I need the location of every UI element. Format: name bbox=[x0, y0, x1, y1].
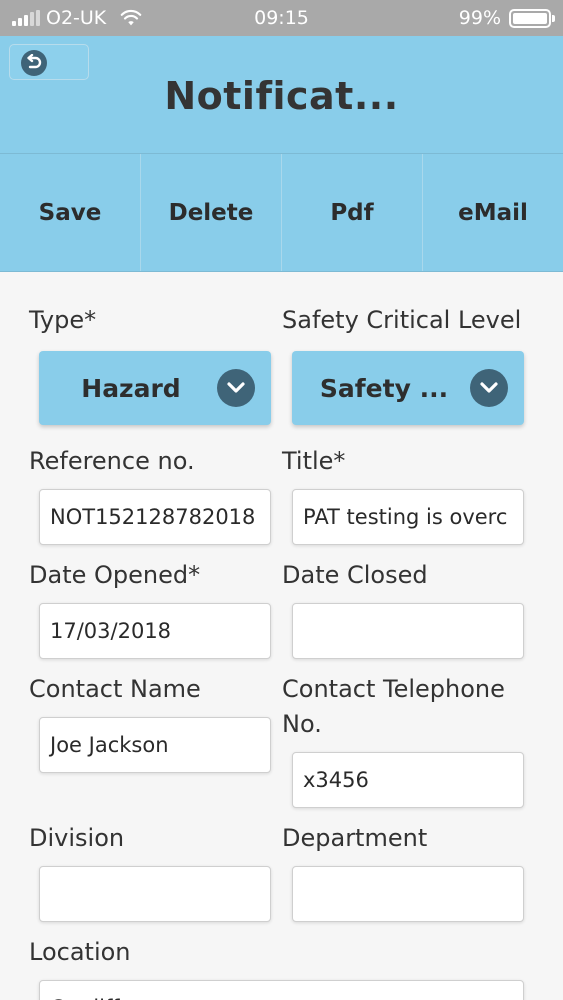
notification-form: Type* Safety Critical Level Hazard Safet… bbox=[0, 272, 563, 1000]
contact-phone-label-cont: No. bbox=[282, 710, 322, 738]
location-label: Location bbox=[29, 938, 131, 966]
date-closed-label: Date Closed bbox=[282, 561, 428, 589]
division-input[interactable] bbox=[39, 866, 271, 922]
pdf-button[interactable]: Pdf bbox=[282, 154, 423, 271]
reference-input[interactable]: NOT152128782018 bbox=[39, 489, 271, 545]
type-label: Type* bbox=[29, 306, 97, 334]
type-select-value: Hazard bbox=[81, 373, 181, 403]
contact-phone-input[interactable]: x3456 bbox=[292, 752, 524, 808]
safety-level-select[interactable]: Safety ... bbox=[292, 351, 524, 425]
undo-arrow-icon bbox=[21, 50, 47, 76]
status-bar: O2-UK 09:15 99% bbox=[0, 0, 563, 36]
safety-level-label: Safety Critical Level bbox=[282, 306, 522, 334]
battery-icon bbox=[509, 8, 555, 28]
date-opened-input[interactable]: 17/03/2018 bbox=[39, 603, 271, 659]
page-title: Notificat... bbox=[164, 74, 399, 118]
department-label: Department bbox=[282, 824, 428, 852]
title-label: Title* bbox=[282, 447, 346, 475]
location-input[interactable]: Cardiff bbox=[39, 980, 524, 1000]
save-button[interactable]: Save bbox=[0, 154, 141, 271]
division-label: Division bbox=[29, 824, 125, 852]
delete-button[interactable]: Delete bbox=[141, 154, 282, 271]
contact-name-label: Contact Name bbox=[29, 675, 201, 703]
chevron-down-icon bbox=[217, 369, 255, 407]
date-opened-label: Date Opened* bbox=[29, 561, 201, 589]
title-input[interactable]: PAT testing is overc bbox=[292, 489, 524, 545]
status-right: 99% bbox=[458, 7, 555, 29]
email-button[interactable]: eMail bbox=[423, 154, 563, 271]
contact-phone-label: Contact Telephone bbox=[282, 675, 505, 703]
type-select[interactable]: Hazard bbox=[39, 351, 271, 425]
safety-level-select-value: Safety ... bbox=[319, 373, 449, 403]
reference-label: Reference no. bbox=[29, 447, 195, 475]
chevron-down-icon bbox=[470, 369, 508, 407]
contact-name-input[interactable]: Joe Jackson bbox=[39, 717, 271, 773]
department-input[interactable] bbox=[292, 866, 524, 922]
header-bar: Notificat... bbox=[0, 36, 563, 154]
battery-percent: 99% bbox=[458, 7, 501, 29]
date-closed-input[interactable] bbox=[292, 603, 524, 659]
action-toolbar: Save Delete Pdf eMail bbox=[0, 154, 563, 272]
